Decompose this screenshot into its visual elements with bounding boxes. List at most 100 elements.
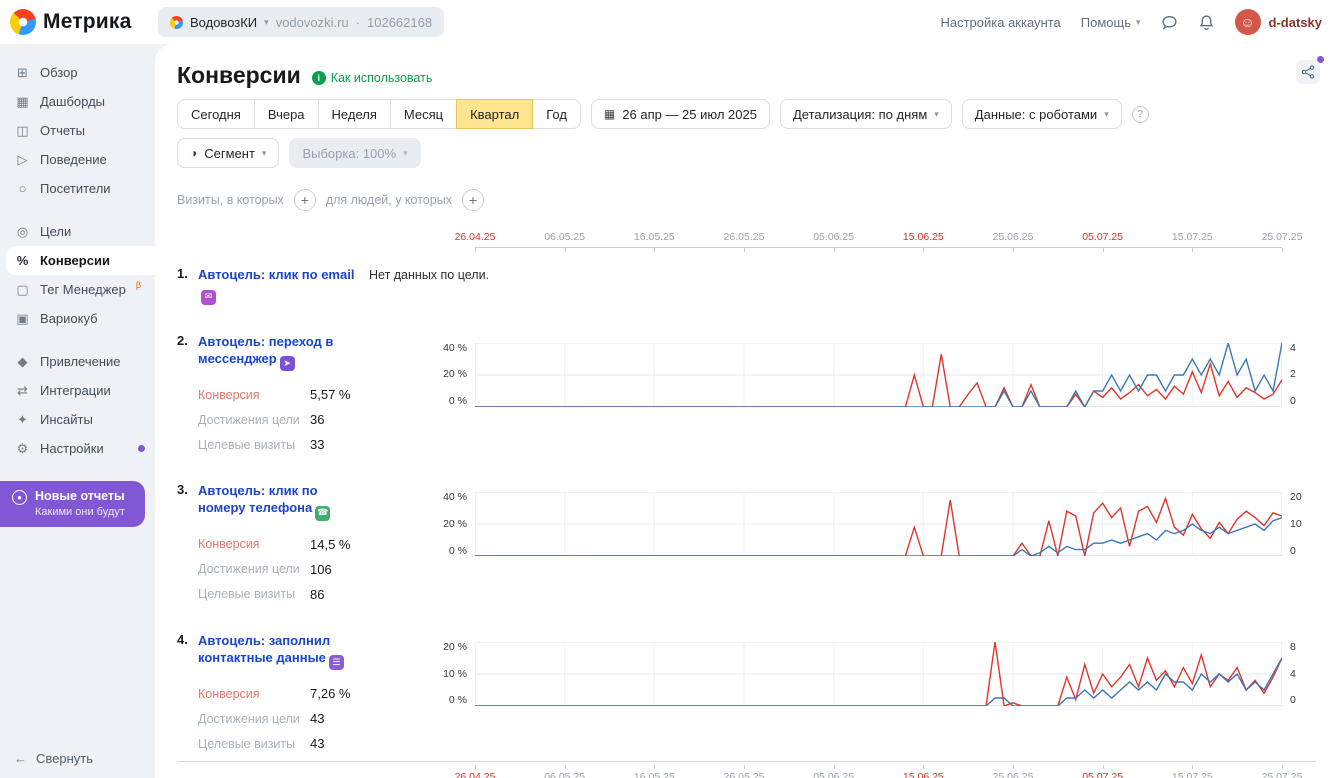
axis-tick (744, 765, 745, 769)
sidebar-item-acquisition[interactable]: ◆Привлечение (0, 347, 155, 376)
percent-icon: % (14, 253, 31, 268)
help-menu[interactable]: Помощь▾ (1081, 15, 1141, 30)
period-tab-yesterday[interactable]: Вчера (254, 99, 319, 129)
add-people-filter-button[interactable]: + (462, 189, 484, 211)
sidebar-item-settings[interactable]: ⚙Настройки (0, 434, 155, 463)
period-tab-quarter[interactable]: Квартал (456, 99, 533, 129)
add-visit-filter-button[interactable]: + (294, 189, 316, 211)
metric-value: 7,26 % (310, 686, 350, 701)
metric-label: Достижения цели (198, 562, 310, 576)
axis-tick (1282, 248, 1283, 252)
sidebar-item-label: Привлечение (40, 354, 121, 369)
sidebar-item-tag-manager[interactable]: ▢Тег Менеджерβ (0, 275, 155, 304)
axis-tick (923, 765, 924, 769)
conversion-line-chart: 40 %20 %0 % 20100 (429, 492, 1316, 556)
how-to-use-label: Как использовать (331, 71, 433, 85)
period-tab-today[interactable]: Сегодня (177, 99, 255, 129)
period-tab-week[interactable]: Неделя (318, 99, 391, 129)
sidebar-item-overview[interactable]: ⊞Обзор (0, 58, 155, 87)
y-axis-left: 20 %10 %0 % (429, 642, 475, 706)
period-tabs: СегодняВчераНеделяМесяцКварталГод (177, 99, 581, 129)
calendar-icon: ▦ (604, 107, 615, 121)
y-axis-right: 840 (1282, 642, 1316, 706)
account-settings-label: Настройка аккаунта (940, 15, 1060, 30)
conversions-report-card: Конверсии i Как использовать СегодняВчер… (155, 44, 1340, 778)
goal-row-1: 1. Автоцель: клик по email✉ Нет данных п… (177, 266, 1316, 305)
detalization-dropdown[interactable]: Детализация: по дням ▾ (780, 99, 952, 129)
sidebar-item-visitors[interactable]: ○Посетители (0, 174, 155, 203)
metric-label: Целевые визиты (198, 438, 310, 452)
no-data-text: Нет данных по цели. (369, 268, 489, 305)
user-name: d-datsky (1269, 15, 1322, 30)
period-tab-year[interactable]: Год (532, 99, 581, 129)
axis-date-label: 26.04.25 (455, 231, 496, 243)
chevron-down-icon: ▾ (403, 148, 408, 159)
y-tick-label: 40 % (443, 492, 467, 503)
conversion-line-chart: 40 %20 %0 % 420 (429, 343, 1316, 407)
metric-label: Конверсия (198, 537, 310, 551)
sampling-dropdown[interactable]: Выборка: 100% ▾ (289, 138, 420, 168)
messenger-icon: ➤ (280, 356, 295, 371)
sidebar-item-behavior[interactable]: ▷Поведение (0, 145, 155, 174)
metrika-logo[interactable]: Метрика (10, 9, 158, 35)
goal-link[interactable]: Автоцель: переход в мессенджер➤ (198, 333, 366, 372)
axis-tick (1192, 248, 1193, 252)
sidebar-item-variocube[interactable]: ▣Вариокуб (0, 304, 155, 333)
email-icon: ✉ (201, 290, 216, 305)
sidebar-item-label: Тег Менеджер (40, 282, 126, 297)
share-graph-icon[interactable] (1296, 60, 1320, 84)
sidebar: ⊞Обзор▦Дашборды◫Отчеты▷Поведение○Посетит… (0, 44, 155, 778)
sidebar-item-label: Цели (40, 224, 71, 239)
y-tick-label: 8 (1290, 642, 1316, 653)
line-chart-svg (475, 492, 1282, 556)
collapse-label: Свернуть (36, 751, 93, 766)
sidebar-item-integrations[interactable]: ⇄Интеграции (0, 376, 155, 405)
bell-icon[interactable] (1198, 14, 1215, 31)
axis-date-label: 05.07.25 (1082, 231, 1123, 243)
y-tick-label: 0 (1290, 695, 1316, 706)
axis-tick (654, 765, 655, 769)
detalization-label: Детализация: по дням (793, 107, 927, 122)
axis-date-label: 16.05.25 (634, 771, 675, 778)
logo-text: Метрика (43, 10, 132, 34)
goal-number: 4. (177, 632, 192, 671)
axis-date-label: 05.06.25 (813, 231, 854, 243)
date-range-button[interactable]: ▦ 26 апр — 25 июл 2025 (591, 99, 770, 129)
target-icon: ◎ (14, 224, 31, 240)
counter-selector[interactable]: ВодовозКИ ▾ vodovozki.ru · 102662168 (158, 7, 444, 37)
sidebar-item-insights[interactable]: ✦Инсайты (0, 405, 155, 434)
sidebar-item-dashboards[interactable]: ▦Дашборды (0, 87, 155, 116)
goal-link[interactable]: Автоцель: клик по номеру телефона☎ (198, 482, 366, 521)
collapse-sidebar-button[interactable]: ← Свернуть (0, 739, 155, 778)
axis-date-label: 25.07.25 (1262, 231, 1303, 243)
how-to-use-link[interactable]: i Как использовать (312, 71, 433, 85)
sidebar-item-conversions[interactable]: %Конверсии (6, 246, 155, 275)
y-tick-label: 20 % (443, 519, 467, 530)
y-tick-label: 0 (1290, 396, 1316, 407)
user-menu[interactable]: ☺ d-datsky (1235, 9, 1322, 35)
gear-icon: ⚙ (14, 441, 31, 457)
sidebar-item-reports[interactable]: ◫Отчеты (0, 116, 155, 145)
chat-icon[interactable] (1161, 14, 1178, 31)
axis-date-label: 15.06.25 (903, 771, 944, 778)
axis-date-label: 15.07.25 (1172, 771, 1213, 778)
axis-date-label: 26.05.25 (724, 231, 765, 243)
axis-tick (923, 248, 924, 252)
help-circle-icon[interactable]: ? (1132, 106, 1149, 123)
chart-plot-area (475, 343, 1282, 407)
segment-button[interactable]: ◑ Сегмент ▾ (177, 138, 279, 168)
axis-tick (1103, 765, 1104, 769)
counter-domain: vodovozki.ru (276, 15, 349, 30)
sidebar-item-goals[interactable]: ◎ Цели (0, 217, 155, 246)
goal-link[interactable]: Автоцель: заполнил контактные данные☰ (198, 632, 366, 671)
metric-label: Достижения цели (198, 712, 310, 726)
goal-link[interactable]: Автоцель: клик по email✉ (198, 266, 366, 305)
line-chart-svg (475, 642, 1282, 706)
metric-value: 43 (310, 736, 324, 751)
account-settings-link[interactable]: Настройка аккаунта (940, 15, 1060, 30)
data-mode-dropdown[interactable]: Данные: с роботами ▾ (962, 99, 1122, 129)
y-tick-label: 10 (1290, 519, 1316, 530)
period-tab-month[interactable]: Месяц (390, 99, 457, 129)
new-reports-banner[interactable]: ● Новые отчеты Какими они будут (0, 481, 145, 527)
sidebar-item-label: Посетители (40, 181, 111, 196)
